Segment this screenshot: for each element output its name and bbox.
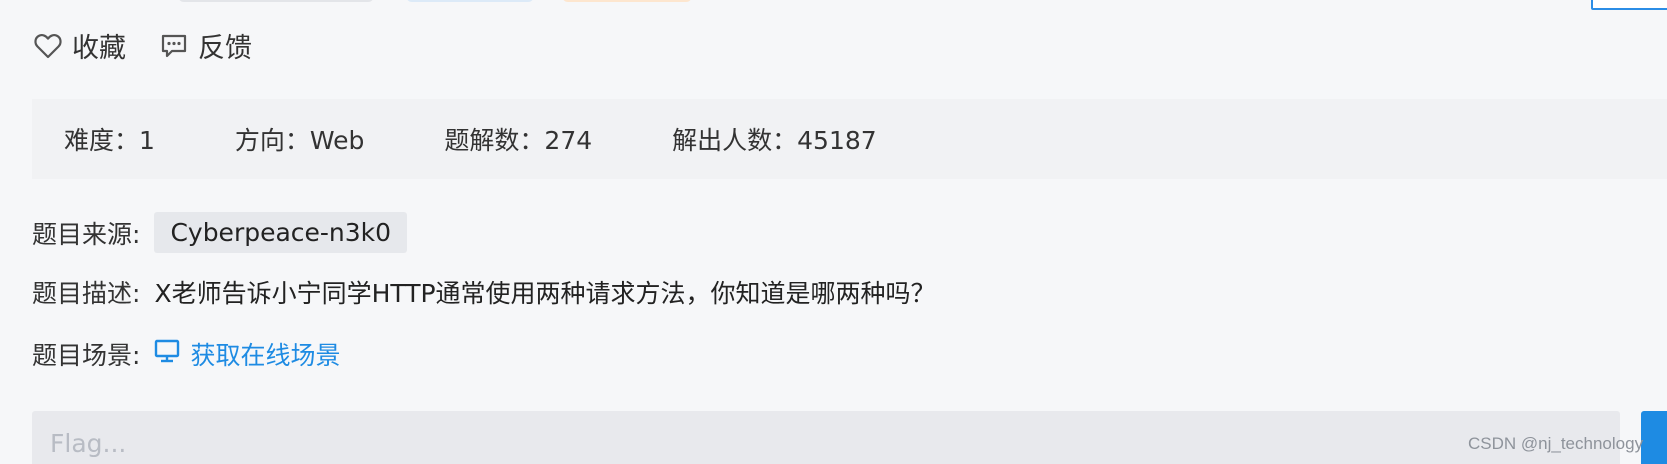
heart-icon — [34, 33, 62, 59]
solves-stat: 题解数：274 — [444, 126, 593, 155]
favorite-button[interactable]: 收藏 — [34, 26, 126, 65]
get-scene-link[interactable]: 获取在线场景 — [154, 336, 340, 372]
flag-input[interactable] — [32, 411, 1620, 464]
submit-flag-button[interactable] — [1641, 411, 1667, 464]
feedback-button[interactable]: 反馈 — [160, 26, 252, 65]
monitor-icon — [154, 339, 180, 369]
solvers-stat: 解出人数：45187 — [672, 126, 877, 155]
direction-stat: 方向：Web — [234, 126, 365, 155]
description-label: 题目描述: — [32, 279, 141, 308]
watermark: CSDN @nj_technology — [1468, 434, 1644, 453]
feedback-label: 反馈 — [198, 33, 252, 64]
challenge-page: 收藏 反馈 难度：1 方向：Web 题解数：274 解出人数：45187 题目来… — [0, 0, 1667, 464]
action-bar: 收藏 反馈 — [34, 26, 252, 65]
stats-bar: 难度：1 方向：Web 题解数：274 解出人数：45187 — [32, 99, 1667, 179]
source-tag: Cyberpeace-n3k0 — [154, 212, 408, 253]
top-tag-chip — [178, 0, 374, 2]
scene-label: 题目场景: — [32, 341, 141, 370]
description-row: 题目描述: X老师告诉小宁同学HTTP通常使用两种请求方法，你知道是哪两种吗？ — [32, 274, 936, 310]
source-label: 题目来源: — [32, 219, 141, 249]
top-tag-chip — [406, 0, 534, 2]
favorite-label: 收藏 — [72, 33, 126, 64]
top-right-button[interactable] — [1591, 0, 1667, 10]
get-scene-label: 获取在线场景 — [190, 341, 341, 370]
top-tag-chip — [562, 0, 692, 2]
scene-row: 题目场景: 获取在线场景 — [32, 336, 340, 372]
description-text: X老师告诉小宁同学HTTP通常使用两种请求方法，你知道是哪两种吗？ — [154, 279, 936, 308]
source-row: 题目来源: Cyberpeace-n3k0 — [32, 212, 408, 253]
message-icon — [160, 33, 188, 59]
difficulty-stat: 难度：1 — [64, 126, 155, 155]
